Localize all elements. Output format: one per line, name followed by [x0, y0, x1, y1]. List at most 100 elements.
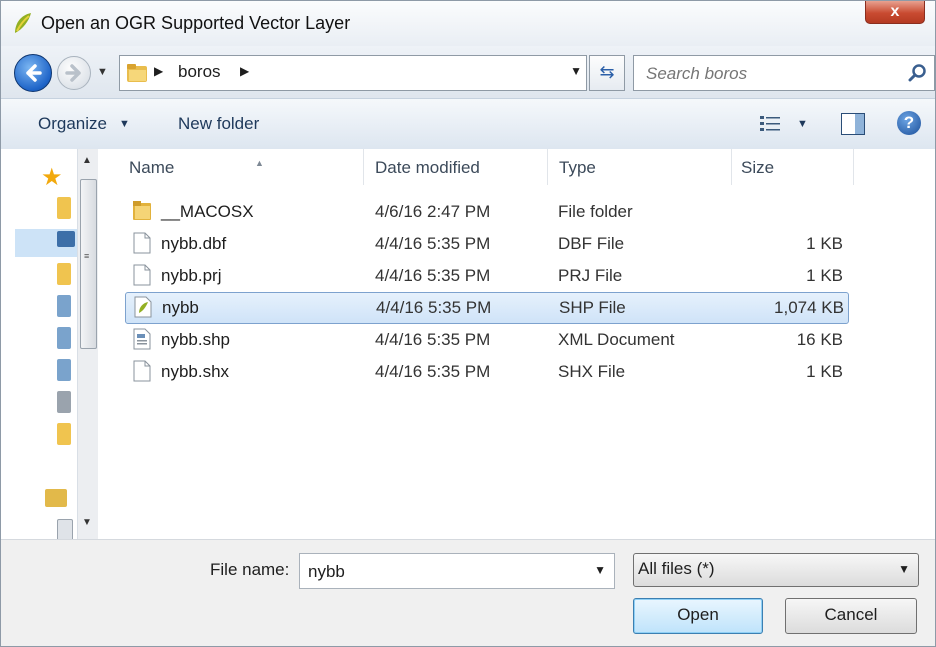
shapefile-icon [134, 296, 152, 318]
address-dropdown-icon[interactable]: ▼ [570, 64, 582, 78]
file-type: DBF File [558, 234, 625, 253]
file-name: nybb.shp [161, 330, 230, 349]
file-size: 1 KB [806, 234, 843, 253]
xml-file-icon [133, 328, 151, 350]
file-type: File folder [558, 202, 633, 221]
chevron-down-icon[interactable]: ▼ [119, 118, 130, 130]
title-bar[interactable]: Open an OGR Supported Vector Layer x [1, 1, 935, 46]
new-folder-button[interactable]: New folder [178, 114, 259, 134]
file-date: 4/4/16 5:35 PM [376, 298, 492, 317]
library-icon[interactable] [57, 295, 71, 317]
folder-icon[interactable] [57, 263, 71, 285]
organize-button[interactable]: Organize [38, 114, 107, 134]
address-bar[interactable]: ▶ boros ▶ ▼ [119, 55, 587, 91]
command-bar: Organize ▼ New folder ▼ ? [1, 98, 935, 150]
file-icon [133, 264, 151, 286]
preview-pane-icon[interactable] [841, 113, 865, 135]
search-input[interactable] [644, 61, 898, 87]
search-icon[interactable] [908, 63, 928, 83]
scroll-down-icon[interactable]: ▼ [82, 517, 92, 528]
help-icon[interactable]: ? [897, 111, 921, 135]
column-header-name[interactable]: Name ▲ [117, 149, 364, 185]
file-size: 1 KB [806, 362, 843, 381]
file-row[interactable]: nybb.dbf 4/4/16 5:35 PM DBF File 1 KB [125, 229, 847, 259]
file-date: 4/4/16 5:35 PM [375, 330, 491, 349]
grip-icon: ≡ [84, 251, 90, 261]
column-header-size[interactable]: Size [731, 149, 854, 185]
open-file-dialog: Open an OGR Supported Vector Layer x ▼ ▶… [0, 0, 936, 647]
file-list: Name ▲ Date modified Type Size __MACOSX … [101, 149, 935, 539]
breadcrumb-separator-icon[interactable]: ▶ [240, 64, 249, 78]
file-size: 16 KB [796, 330, 843, 349]
library-icon[interactable] [57, 327, 71, 349]
column-header-date[interactable]: Date modified [363, 149, 548, 185]
file-name: __MACOSX [161, 202, 254, 221]
qgis-icon [15, 13, 31, 33]
open-button[interactable]: Open [633, 598, 763, 634]
computer-icon[interactable] [57, 391, 71, 413]
sort-ascending-icon: ▲ [255, 158, 264, 168]
refresh-button[interactable]: ⇆ [589, 55, 625, 91]
dialog-footer: File name: ▼ All files (*) ▼ Open Cancel [1, 539, 935, 646]
favorites-star-icon[interactable]: ★ [41, 163, 63, 192]
nav-scrollbar[interactable]: ▲ ≡ ▼ [77, 149, 98, 539]
file-icon [133, 232, 151, 254]
file-name-label: File name: [210, 560, 290, 579]
folder-icon [133, 201, 151, 220]
file-type: SHP File [559, 298, 626, 317]
folder-icon [127, 64, 147, 82]
breadcrumb-folder[interactable]: boros [178, 62, 221, 82]
scroll-thumb[interactable]: ≡ [80, 179, 97, 349]
file-date: 4/4/16 5:35 PM [375, 266, 491, 285]
column-header-label: Size [741, 158, 775, 177]
back-button[interactable] [14, 54, 52, 92]
arrow-right-icon [65, 64, 81, 82]
file-row[interactable]: __MACOSX 4/6/16 2:47 PM File folder [125, 197, 847, 227]
file-type: SHX File [558, 362, 626, 381]
column-header-label: Type [559, 158, 596, 177]
file-row[interactable]: nybb.shx 4/4/16 5:35 PM SHX File 1 KB [125, 357, 847, 387]
file-name-combobox[interactable]: ▼ [299, 553, 615, 589]
scroll-up-icon[interactable]: ▲ [82, 155, 92, 166]
recent-locations-dropdown-icon[interactable]: ▼ [97, 66, 108, 78]
file-row[interactable]: nybb.shp 4/4/16 5:35 PM XML Document 16 … [125, 325, 847, 355]
column-header-label: Date modified [375, 158, 480, 177]
column-header-label: Name [129, 158, 175, 177]
window-title: Open an OGR Supported Vector Layer [41, 13, 351, 33]
desktop-icon[interactable] [57, 231, 75, 247]
file-icon [133, 360, 151, 382]
file-name: nybb.prj [161, 266, 222, 285]
file-name: nybb [162, 298, 199, 317]
arrow-left-icon [26, 64, 42, 82]
file-name: nybb.dbf [161, 234, 227, 253]
file-type: XML Document [558, 330, 675, 349]
refresh-icon: ⇆ [599, 62, 615, 82]
navigation-bar: ▼ ▶ boros ▶ ▼ ⇆ [1, 46, 935, 98]
search-box[interactable] [633, 55, 935, 91]
file-type-filter-select[interactable]: All files (*) ▼ [633, 553, 919, 587]
file-size: 1,074 KB [774, 298, 844, 317]
file-date: 4/6/16 2:47 PM [375, 202, 491, 221]
file-type: PRJ File [558, 266, 623, 285]
forward-button[interactable] [57, 56, 91, 90]
chevron-down-icon: ▼ [898, 562, 910, 576]
chevron-down-icon[interactable]: ▼ [797, 118, 808, 130]
chevron-down-icon[interactable]: ▼ [594, 563, 606, 577]
network-folder-icon[interactable] [45, 489, 67, 507]
file-name-input[interactable] [306, 559, 580, 585]
file-size: 1 KB [806, 266, 843, 285]
folder-icon[interactable] [57, 197, 71, 219]
column-header-type[interactable]: Type [547, 149, 732, 185]
view-options-icon[interactable] [759, 114, 783, 134]
file-date: 4/4/16 5:35 PM [375, 362, 491, 381]
breadcrumb-separator-icon[interactable]: ▶ [154, 64, 163, 78]
navigation-pane: ★ ▲ ≡ ▼ [1, 149, 102, 543]
folder-icon[interactable] [57, 423, 71, 445]
file-row[interactable]: nybb.prj 4/4/16 5:35 PM PRJ File 1 KB [125, 261, 847, 291]
file-date: 4/4/16 5:35 PM [375, 234, 491, 253]
cancel-button[interactable]: Cancel [785, 598, 917, 634]
close-button[interactable]: x [865, 1, 925, 24]
file-row-selected[interactable]: nybb 4/4/16 5:35 PM SHP File 1,074 KB [125, 292, 849, 324]
library-icon[interactable] [57, 359, 71, 381]
file-type-filter-value: All files (*) [638, 559, 715, 578]
